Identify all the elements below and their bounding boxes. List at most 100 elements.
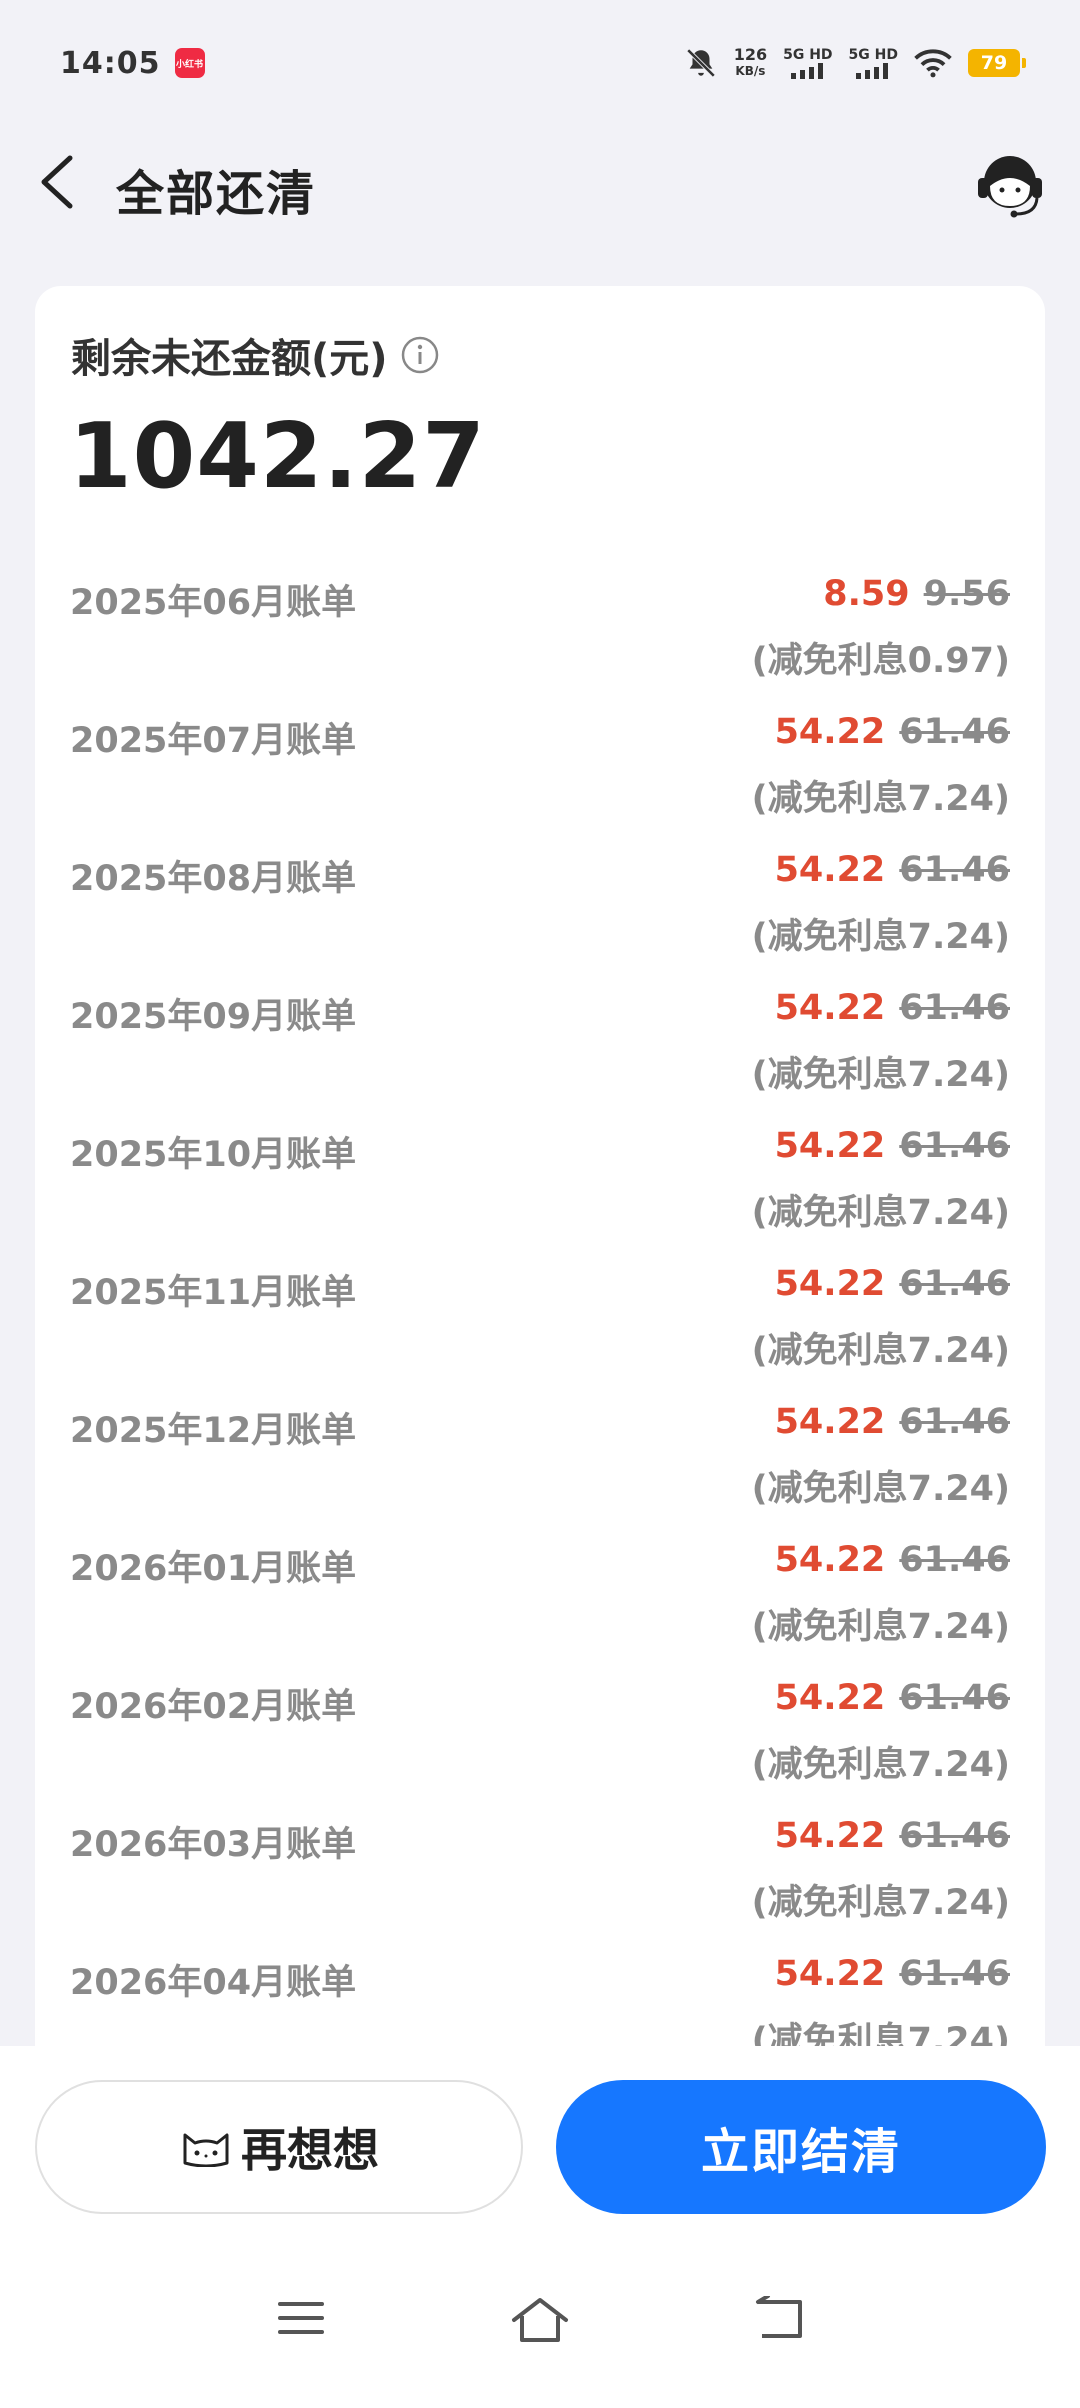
bill-amounts: 54.22 61.46 [775,1816,1010,1856]
interest-waiver: (减免利息7.24) [751,1193,1010,1233]
sim1-signal: 5G HD [783,47,833,79]
discounted-amount: 54.22 [774,1816,886,1856]
bill-month: 2025年08月账单 [70,859,357,899]
discounted-amount: 54.22 [774,1540,886,1580]
interest-waiver: (减免利息7.24) [751,917,1010,957]
interest-waiver: (减免利息7.24) [751,1745,1010,1785]
original-amount: 61.46 [899,1678,1010,1718]
bill-amounts: 54.22 61.46 [775,1264,1010,1304]
interest-waiver: (减免利息7.24) [751,2021,1010,2046]
original-amount: 61.46 [899,1540,1010,1580]
bill-month: 2026年04月账单 [70,1963,357,2003]
bill-amounts: 54.22 61.46 [775,850,1010,890]
system-nav-bar [0,2296,1080,2376]
bill-amounts: 54.22 61.46 [775,712,1010,752]
interest-waiver: (减免利息7.24) [751,1883,1010,1923]
header: 全部还清 [0,126,1080,238]
bill-row: 2025年07月账单 54.22 61.46 (减免利息7.24) [35,706,1045,844]
bill-month: 2025年11月账单 [70,1273,357,1313]
interest-waiver: (减免利息7.24) [751,1469,1010,1509]
signal-icon [790,63,823,79]
interest-waiver: (减免利息7.24) [751,1055,1010,1095]
headset-icon[interactable] [972,144,1048,220]
back-nav-icon[interactable] [754,2296,806,2342]
bill-amounts: 54.22 61.46 [775,1402,1010,1442]
bill-row: 2025年06月账单 8.59 9.56 (减免利息0.97) [35,568,1045,706]
network-speed-unit: KB/s [735,64,766,78]
original-amount: 61.46 [899,850,1010,890]
discounted-amount: 54.22 [774,712,886,752]
signal-icon [856,63,889,79]
settle-now-label: 立即结清 [700,2124,901,2180]
interest-waiver: (减免利息7.24) [751,779,1010,819]
bill-amounts: 54.22 61.46 [775,1678,1010,1718]
original-amount: 61.46 [899,1816,1010,1856]
discounted-amount: 54.22 [774,850,886,890]
bill-amounts: 8.59 9.56 [823,574,1010,614]
original-amount: 9.56 [923,574,1010,614]
page-title: 全部还清 [116,166,317,222]
original-amount: 61.46 [899,1264,1010,1304]
cat-face-icon [183,2133,229,2167]
remaining-amount: 1042.27 [69,404,486,509]
bill-row: 2025年12月账单 54.22 61.46 (减免利息7.24) [35,1396,1045,1534]
bell-muted-icon [686,48,715,78]
think-again-label: 再想想 [241,2123,379,2177]
bottom-action-bar: 再想想 立即结清 [0,2046,1080,2408]
bill-amounts: 54.22 61.46 [775,1954,1010,1994]
battery-icon: 79 [968,49,1026,77]
bill-month: 2025年07月账单 [70,721,357,761]
original-amount: 61.46 [899,1126,1010,1166]
bill-row: 2026年01月账单 54.22 61.46 (减免利息7.24) [35,1534,1045,1672]
network-speed-value: 126 [733,45,768,64]
interest-waiver: (减免利息7.24) [751,1607,1010,1647]
wifi-icon [914,49,952,78]
bill-row: 2025年09月账单 54.22 61.46 (减免利息7.24) [35,982,1045,1120]
bill-month: 2026年02月账单 [70,1687,357,1727]
original-amount: 61.46 [899,712,1010,752]
bill-amounts: 54.22 61.46 [775,1540,1010,1580]
bill-month: 2026年01月账单 [70,1549,357,1589]
discounted-amount: 54.22 [774,1678,886,1718]
status-icons: 126 KB/s 5G HD 5G HD 79 [684,46,1026,80]
bill-month: 2025年09月账单 [70,997,357,1037]
settlement-card: 剩余未还金额(元) 1042.27 2025年06月账单 8.59 9.56 (… [35,286,1045,2046]
info-icon[interactable] [400,335,440,375]
discounted-amount: 54.22 [774,1402,886,1442]
menu-icon[interactable] [276,2296,326,2340]
sim1-label: 5G HD [783,47,833,63]
remaining-label-row: 剩余未还金额(元) [71,326,440,384]
network-speed: 126 KB/s [734,46,767,80]
original-amount: 61.46 [899,1954,1010,1994]
bill-month: 2026年03月账单 [70,1825,357,1865]
think-again-button[interactable]: 再想想 [35,2080,523,2214]
remaining-amount-label: 剩余未还金额(元) [71,336,388,382]
home-icon[interactable] [510,2296,570,2346]
bill-month: 2025年06月账单 [70,583,357,623]
discounted-amount: 8.59 [823,574,910,614]
bill-row: 2025年10月账单 54.22 61.46 (减免利息7.24) [35,1120,1045,1258]
app-notification-badge: 小红书 [174,48,205,78]
bill-row: 2025年11月账单 54.22 61.46 (减免利息7.24) [35,1258,1045,1396]
interest-waiver: (减免利息0.97) [751,641,1010,681]
status-time: 14:05 [60,45,161,81]
original-amount: 61.46 [899,988,1010,1028]
settle-now-button[interactable]: 立即结清 [556,2080,1046,2214]
sim2-label: 5G HD [848,47,898,63]
discounted-amount: 54.22 [774,1954,886,1994]
discounted-amount: 54.22 [774,988,886,1028]
bill-month: 2025年10月账单 [70,1135,357,1175]
bill-row: 2025年08月账单 54.22 61.46 (减免利息7.24) [35,844,1045,982]
chevron-left-icon[interactable] [36,150,84,214]
bill-amounts: 54.22 61.46 [775,988,1010,1028]
discounted-amount: 54.22 [774,1264,886,1304]
bill-amounts: 54.22 61.46 [775,1126,1010,1166]
bill-month: 2025年12月账单 [70,1411,357,1451]
status-bar: 14:05 小红书 126 KB/s 5G HD 5G HD 79 [0,0,1080,126]
bill-row: 2026年03月账单 54.22 61.46 (减免利息7.24) [35,1810,1045,1948]
interest-waiver: (减免利息7.24) [751,1331,1010,1371]
sim2-signal: 5G HD [849,47,898,79]
discounted-amount: 54.22 [774,1126,886,1166]
original-amount: 61.46 [899,1402,1010,1442]
bill-row: 2026年02月账单 54.22 61.46 (减免利息7.24) [35,1672,1045,1810]
